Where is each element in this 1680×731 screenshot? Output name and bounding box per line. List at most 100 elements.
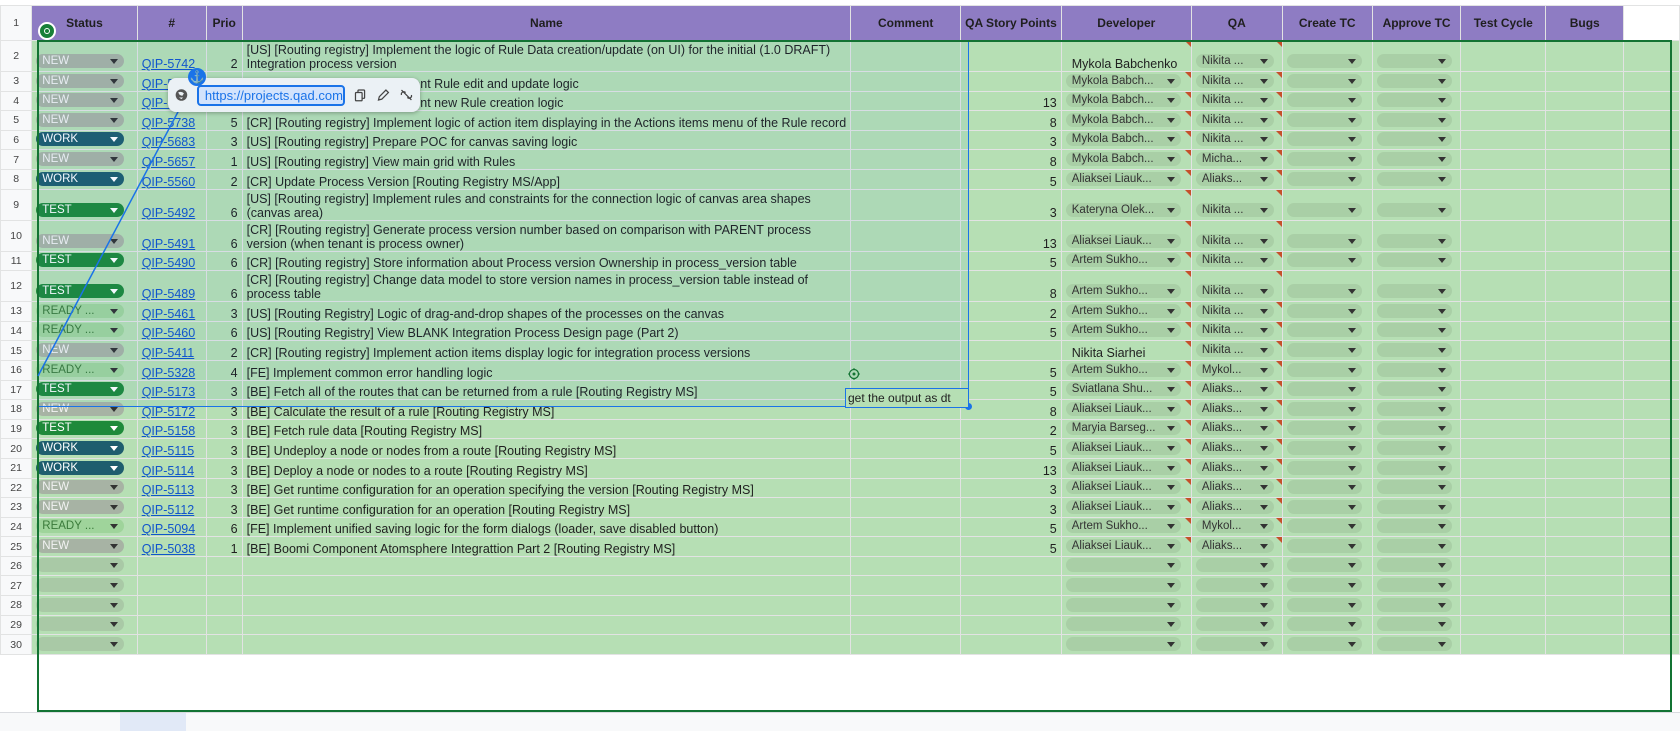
create-tc-dropdown[interactable] xyxy=(1286,284,1362,299)
status-cell[interactable]: WORK xyxy=(31,168,138,190)
developer-dropdown[interactable]: Aliaksei Liauk... xyxy=(1065,460,1181,475)
comment-cell[interactable] xyxy=(850,110,962,131)
prio-cell[interactable]: 2 xyxy=(205,340,243,361)
developer-cell[interactable]: Artem Sukho... xyxy=(1060,250,1192,272)
blank-cell[interactable] xyxy=(1623,595,1680,616)
qa-dropdown[interactable]: Nikita ... xyxy=(1195,54,1274,68)
empty-cell[interactable] xyxy=(205,555,243,577)
test-cycle-cell[interactable] xyxy=(1460,129,1547,151)
qa-cell[interactable]: Nikita ... xyxy=(1190,40,1283,72)
qa-dropdown[interactable]: Nikita ... xyxy=(1195,323,1274,338)
qa-cell[interactable]: Nikita ... xyxy=(1190,188,1283,221)
approve-tc-dropdown[interactable] xyxy=(1376,253,1452,268)
bugs-cell[interactable] xyxy=(1545,320,1625,342)
status-dropdown[interactable]: TEST xyxy=(36,421,125,436)
approve-tc-dropdown[interactable] xyxy=(1376,73,1452,88)
approve-tc-cell[interactable] xyxy=(1371,250,1462,272)
comment-cell[interactable] xyxy=(850,90,962,112)
create-tc-cell[interactable] xyxy=(1281,516,1373,538)
approve-tc-cell[interactable] xyxy=(1371,359,1462,381)
developer-dropdown[interactable]: Artem Sukho... xyxy=(1065,303,1181,318)
qa-dropdown[interactable]: Mykol... xyxy=(1195,362,1274,377)
test-cycle-cell[interactable] xyxy=(1460,188,1547,221)
create-tc-cell[interactable] xyxy=(1281,399,1373,420)
approve-tc-dropdown[interactable] xyxy=(1376,578,1452,593)
create-tc-cell[interactable] xyxy=(1281,40,1373,72)
blank-cell[interactable] xyxy=(1623,359,1680,381)
status-cell[interactable] xyxy=(31,595,138,616)
status-cell[interactable] xyxy=(31,614,138,636)
qa-cell[interactable]: Nikita ... xyxy=(1190,90,1283,112)
bugs-cell[interactable] xyxy=(1545,595,1625,616)
approve-tc-cell[interactable] xyxy=(1371,219,1462,252)
approve-tc-cell[interactable] xyxy=(1371,477,1462,499)
developer-dropdown[interactable]: Aliaksei Liauk... xyxy=(1065,499,1181,514)
status-dropdown[interactable]: READY ... xyxy=(36,323,125,338)
approve-tc-dropdown[interactable] xyxy=(1376,362,1452,377)
prio-cell[interactable]: 1 xyxy=(205,536,243,557)
name-cell[interactable]: [BE] Boomi Component Atomsphere Integrat… xyxy=(241,536,852,557)
test-cycle-cell[interactable] xyxy=(1460,497,1547,518)
approve-tc-cell[interactable] xyxy=(1371,555,1462,577)
issue-link[interactable]: QIP-5490 xyxy=(142,256,196,270)
bugs-cell[interactable] xyxy=(1545,301,1625,322)
qa-cell[interactable] xyxy=(1190,555,1283,577)
create-tc-cell[interactable] xyxy=(1281,110,1373,131)
row-number[interactable]: 11 xyxy=(0,250,33,272)
create-tc-cell[interactable] xyxy=(1281,90,1373,112)
approve-tc-cell[interactable] xyxy=(1371,270,1462,303)
qa-dropdown[interactable]: Aliaks... xyxy=(1195,480,1274,495)
prio-cell[interactable]: 3 xyxy=(205,457,243,479)
issue-link[interactable]: QIP-5113 xyxy=(142,483,195,497)
story-points-cell[interactable]: 5 xyxy=(960,250,1062,272)
active-cell-comment[interactable]: get the output as dt xyxy=(845,388,969,408)
bugs-cell[interactable] xyxy=(1545,250,1625,272)
row-number[interactable]: 4 xyxy=(0,90,33,112)
status-cell[interactable]: READY ... xyxy=(31,320,138,342)
status-dropdown[interactable]: NEW xyxy=(36,73,125,88)
prio-cell[interactable]: 3 xyxy=(205,477,243,499)
status-cell[interactable]: TEST xyxy=(31,379,138,401)
create-tc-cell[interactable] xyxy=(1281,219,1373,252)
developer-dropdown[interactable]: Mykola Babch... xyxy=(1065,132,1181,147)
qa-dropdown[interactable]: Nikita ... xyxy=(1195,73,1274,88)
qa-cell[interactable]: Nikita ... xyxy=(1190,270,1283,303)
developer-dropdown[interactable]: Aliaksei Liauk... xyxy=(1065,171,1181,186)
prio-cell[interactable]: 3 xyxy=(205,399,243,420)
developer-cell[interactable]: Aliaksei Liauk... xyxy=(1060,536,1192,557)
status-cell[interactable]: NEW xyxy=(31,40,138,72)
create-tc-cell[interactable] xyxy=(1281,555,1373,577)
prio-cell[interactable]: 3 xyxy=(205,301,243,322)
name-cell[interactable]: [BE] Calculate the result of a rule [Rou… xyxy=(241,399,852,420)
create-tc-dropdown[interactable] xyxy=(1286,440,1362,455)
bugs-cell[interactable] xyxy=(1545,477,1625,499)
qa-dropdown[interactable]: Aliaks... xyxy=(1195,421,1274,436)
header-approve-tc[interactable]: Approve TC xyxy=(1371,5,1462,41)
status-cell[interactable]: NEW xyxy=(31,219,138,252)
status-cell[interactable]: READY ... xyxy=(31,301,138,322)
comment-cell[interactable] xyxy=(850,457,962,479)
empty-cell[interactable] xyxy=(136,595,207,616)
create-tc-dropdown[interactable] xyxy=(1286,303,1362,318)
row-number[interactable]: 29 xyxy=(0,614,33,636)
issue-cell[interactable]: QIP-5492 xyxy=(136,188,207,221)
row-number[interactable]: 8 xyxy=(0,168,33,190)
qa-cell[interactable]: Nikita ... xyxy=(1190,250,1283,272)
blank-cell[interactable] xyxy=(1623,270,1680,303)
issue-cell[interactable]: QIP-5560 xyxy=(136,168,207,190)
header-qa-story-points[interactable]: QA Story Points xyxy=(960,5,1062,41)
issue-cell[interactable]: QIP-5489 xyxy=(136,270,207,303)
approve-tc-dropdown[interactable] xyxy=(1376,323,1452,338)
qa-cell[interactable] xyxy=(1190,634,1283,655)
name-cell[interactable]: [FE] Implement common error handling log… xyxy=(241,359,852,381)
row-number[interactable]: 5 xyxy=(0,110,33,131)
approve-tc-dropdown[interactable] xyxy=(1376,617,1452,632)
empty-cell[interactable] xyxy=(205,575,243,597)
blank-cell[interactable] xyxy=(1623,250,1680,272)
empty-cell[interactable] xyxy=(960,575,1062,597)
qa-cell[interactable]: Nikita ... xyxy=(1190,71,1283,92)
qa-cell[interactable]: Nikita ... xyxy=(1190,110,1283,131)
prio-cell[interactable]: 6 xyxy=(205,270,243,303)
row-number[interactable]: 10 xyxy=(0,219,33,252)
empty-cell[interactable] xyxy=(241,595,852,616)
